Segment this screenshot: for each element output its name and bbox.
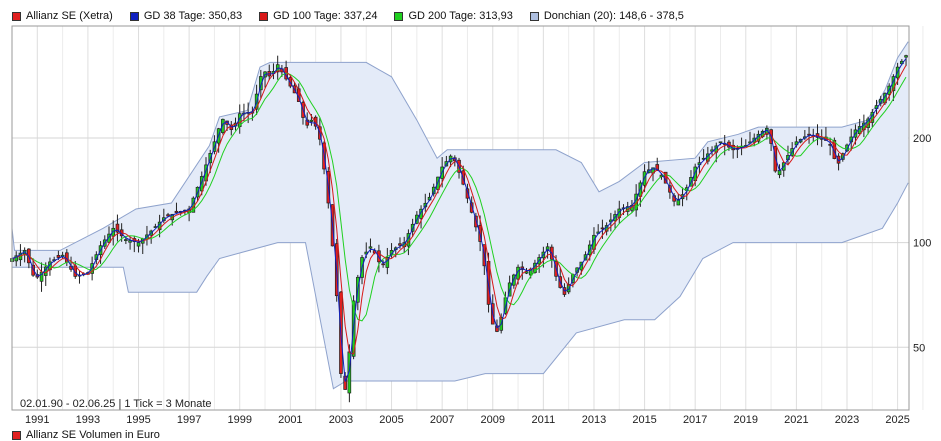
donchian-band — [11, 41, 909, 390]
x-tick-label: 2015 — [632, 414, 656, 426]
x-tick-label: 1995 — [126, 414, 150, 426]
volume-swatch — [12, 430, 21, 440]
candle-body — [309, 119, 314, 122]
x-tick-label: 2001 — [278, 414, 302, 426]
x-tick-label: 2019 — [734, 414, 758, 426]
volume-panel-title: Allianz SE Volumen in Euro — [12, 429, 160, 441]
price-chart[interactable]: 02.01.90 - 02.06.25 | 1 Tick = 3 Monate … — [0, 0, 941, 436]
x-tick-label: 1997 — [177, 414, 201, 426]
candle-body — [174, 210, 179, 213]
candle-body — [368, 246, 373, 249]
x-tick-label: 2013 — [582, 414, 606, 426]
date-range-info: 02.01.90 - 02.06.25 | 1 Tick = 3 Monate — [20, 398, 212, 410]
x-tick-label: 2007 — [430, 414, 454, 426]
candle-body — [56, 255, 61, 258]
x-tick-label: 1991 — [25, 414, 49, 426]
x-tick-label: 2005 — [379, 414, 403, 426]
candle-body — [124, 239, 128, 241]
candle-body — [166, 214, 170, 217]
x-tick-label: 2025 — [885, 414, 909, 426]
candle-body — [381, 263, 385, 266]
x-tick-label: 2011 — [532, 414, 556, 426]
y-axis-labels: 50 100 200 — [913, 133, 931, 354]
volume-label: Allianz SE Volumen in Euro — [26, 429, 160, 441]
x-tick-label: 2021 — [784, 414, 808, 426]
candle-body — [600, 227, 605, 230]
x-tick-label: 2017 — [683, 414, 707, 426]
x-tick-label: 1999 — [227, 414, 251, 426]
y-tick-label: 200 — [913, 133, 931, 145]
x-tick-label: 1993 — [76, 414, 100, 426]
x-axis-labels: 1991 1993 1995 1997 1999 2001 2003 2005 2007 2009… — [25, 414, 910, 426]
candle-body — [718, 141, 723, 144]
x-tick-label: 2023 — [835, 414, 859, 426]
x-tick-label: 2009 — [481, 414, 505, 426]
candle-body — [398, 243, 402, 246]
y-tick-label: 50 — [913, 342, 925, 354]
x-tick-label: 2003 — [329, 414, 353, 426]
donchian-fill — [12, 41, 909, 389]
candle-body — [136, 242, 141, 247]
y-tick-label: 100 — [913, 238, 931, 250]
candle-body — [904, 55, 908, 58]
